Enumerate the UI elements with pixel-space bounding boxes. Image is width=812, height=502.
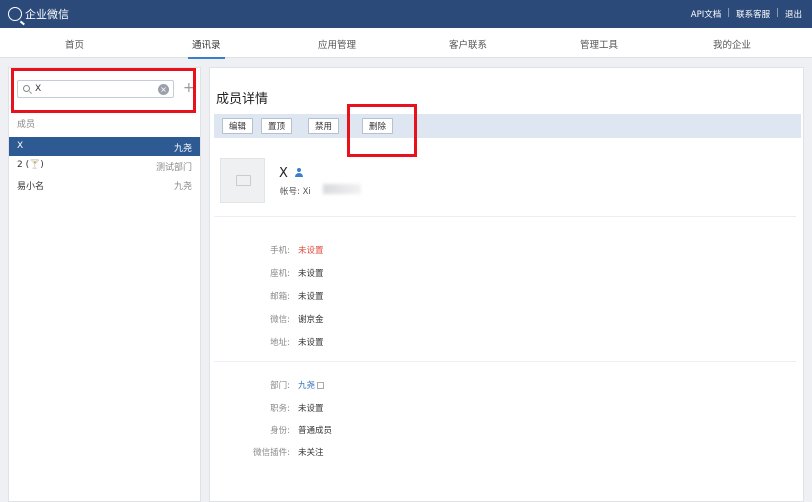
department-link[interactable]: 九尧 xyxy=(298,381,315,391)
field-value: 未设置 xyxy=(298,338,324,348)
header-links: API文档 | 联系客服 | 退出 xyxy=(691,8,802,20)
field-label: 地址: xyxy=(270,338,290,348)
field-value: 未设置 xyxy=(298,246,324,256)
user-icon xyxy=(295,168,303,177)
section-divider xyxy=(214,361,796,362)
redacted-account xyxy=(323,184,361,194)
field-value: 普通成员 xyxy=(298,426,333,436)
section-divider xyxy=(214,216,796,217)
image-placeholder-icon xyxy=(236,175,251,186)
member-dept: 测试部门 xyxy=(155,163,192,173)
member-row[interactable]: 2 (🍸) 测试部门 xyxy=(9,156,200,175)
nav-home[interactable]: 首页 xyxy=(65,37,84,51)
field-label: 邮箱: xyxy=(270,292,290,302)
field-value: 未设置 xyxy=(298,269,324,279)
contact-support-link[interactable]: 联系客服 xyxy=(736,8,770,20)
link-separator: | xyxy=(776,8,779,18)
members-section-label: 成员 xyxy=(17,120,36,130)
detail-toolbar: 编辑 置顶 禁用 删除 xyxy=(214,114,801,138)
member-sidebar: X × + 成员 X 九尧 2 (🍸) 测试部门 易小名 九尧 xyxy=(8,67,201,502)
member-row[interactable]: 易小名 九尧 xyxy=(9,175,200,194)
edit-button[interactable]: 编辑 xyxy=(222,118,254,134)
account-id: 帐号: Xi xyxy=(280,187,311,197)
nav-app-management[interactable]: 应用管理 xyxy=(318,37,356,51)
field-label: 部门: xyxy=(270,381,290,391)
member-row[interactable]: X 九尧 xyxy=(9,137,200,156)
member-detail-panel: 成员详情 编辑 置顶 禁用 删除 X 帐号: Xi 手机: 未设置 座机: 未设… xyxy=(209,67,804,502)
field-label: 身份: xyxy=(270,426,290,436)
nav-contacts[interactable]: 通讯录 xyxy=(188,37,224,59)
nav-customer-contact[interactable]: 客户联系 xyxy=(449,37,487,51)
department-icon xyxy=(317,382,325,389)
field-value: 未设置 xyxy=(298,292,324,302)
top-header: 企业微信 API文档 | 联系客服 | 退出 xyxy=(0,0,812,28)
logout-link[interactable]: 退出 xyxy=(785,8,802,20)
field-label: 座机: xyxy=(270,269,290,279)
annotation-highlight-delete xyxy=(347,104,417,157)
field-value-wrap: 九尧 xyxy=(298,379,325,391)
field-value: 谢京金 xyxy=(298,315,324,325)
annotation-highlight-search xyxy=(11,68,196,113)
field-value: 未关注 xyxy=(298,448,324,458)
member-name: 2 (🍸) xyxy=(17,160,44,170)
wecom-logo-icon xyxy=(8,7,22,21)
field-label: 微信插件: xyxy=(253,448,290,458)
app-title: 企业微信 xyxy=(25,8,69,21)
member-dept: 九尧 xyxy=(173,144,192,154)
main-nav: 首页 通讯录 应用管理 客户联系 管理工具 我的企业 xyxy=(0,28,812,59)
field-label: 手机: xyxy=(270,246,290,256)
avatar[interactable] xyxy=(220,158,265,203)
member-name: 易小名 xyxy=(17,182,45,192)
field-label: 职务: xyxy=(270,404,290,414)
nav-my-company[interactable]: 我的企业 xyxy=(713,37,751,51)
app-logo[interactable]: 企业微信 xyxy=(8,6,69,22)
disable-button[interactable]: 禁用 xyxy=(308,118,340,134)
field-value: 未设置 xyxy=(298,404,324,414)
link-separator: | xyxy=(727,8,731,18)
field-label: 微信: xyxy=(270,315,290,325)
api-docs-link[interactable]: API文档 xyxy=(691,8,721,20)
page-title: 成员详情 xyxy=(216,92,269,107)
nav-management-tools[interactable]: 管理工具 xyxy=(580,37,618,51)
member-name: X xyxy=(17,141,24,151)
pin-top-button[interactable]: 置顶 xyxy=(261,118,293,134)
member-dept: 九尧 xyxy=(173,182,192,192)
user-name: X xyxy=(279,166,288,181)
